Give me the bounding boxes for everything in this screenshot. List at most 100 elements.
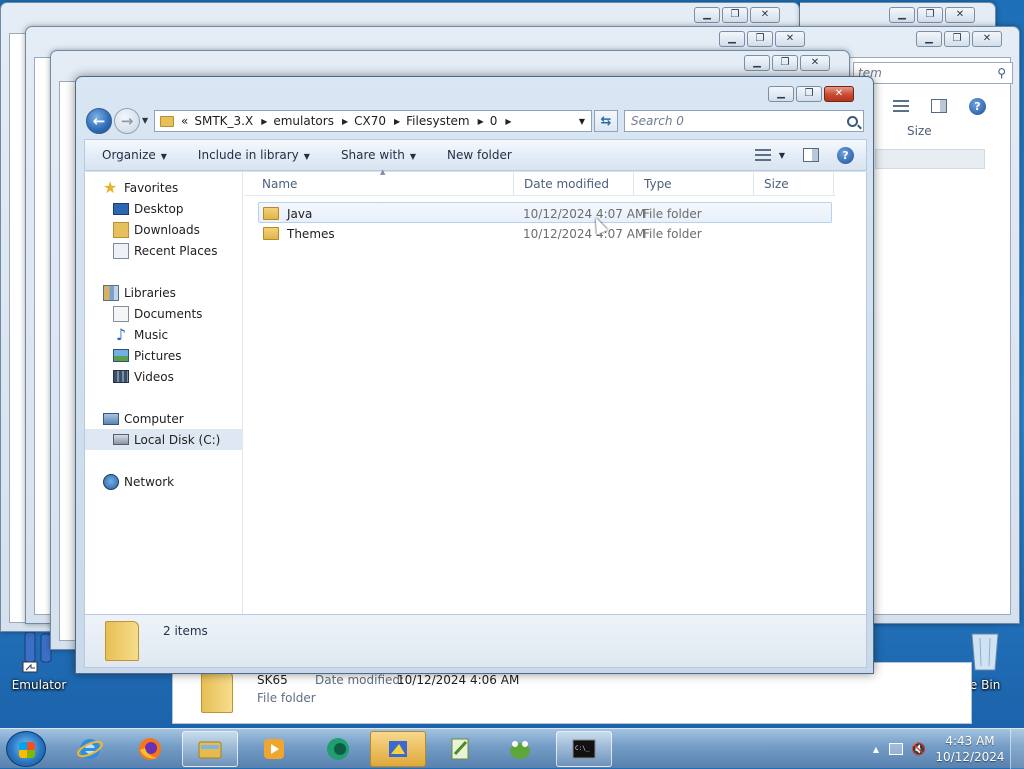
- close-button[interactable]: ✕: [775, 31, 805, 47]
- local-disk-icon: [113, 434, 129, 445]
- breadcrumb-item[interactable]: Filesystem ▶: [403, 114, 487, 128]
- minimize-button[interactable]: ▁: [916, 31, 942, 47]
- breadcrumb-item[interactable]: 0 ▶: [487, 114, 515, 128]
- navigation-pane[interactable]: ★ Favorites Desktop Downloads Recent Plac…: [85, 172, 243, 614]
- breadcrumb-item[interactable]: SMTK_3.X ▶: [191, 114, 270, 128]
- taskbar-command-prompt[interactable]: C:\_: [556, 731, 612, 767]
- column-header-size[interactable]: Size: [754, 172, 834, 196]
- minimize-button[interactable]: ▁: [744, 55, 770, 71]
- nav-local-disk[interactable]: Local Disk (C:): [85, 429, 243, 450]
- views-icon[interactable]: [893, 100, 909, 112]
- pictures-icon: [113, 349, 129, 362]
- nav-recent-places[interactable]: Recent Places: [85, 240, 243, 261]
- column-header-name[interactable]: Name: [252, 172, 514, 196]
- recent-pages-dropdown[interactable]: ▼: [142, 116, 148, 125]
- breadcrumb-item[interactable]: CX70 ▶: [351, 114, 403, 128]
- file-type-cell: File folder: [643, 206, 702, 221]
- maximize-button[interactable]: ❐: [796, 86, 822, 102]
- nav-network[interactable]: Network: [85, 471, 243, 492]
- new-folder-button[interactable]: New folder: [430, 148, 526, 162]
- forward-button[interactable]: →: [114, 108, 140, 134]
- breadcrumb-overflow[interactable]: «: [178, 114, 191, 128]
- folder-icon: [201, 671, 233, 713]
- close-button[interactable]: ✕: [800, 55, 830, 71]
- help-icon[interactable]: ?: [837, 146, 854, 164]
- maximize-button[interactable]: ❐: [917, 7, 943, 23]
- chevron-right-icon[interactable]: ▶: [261, 117, 267, 126]
- nav-pictures[interactable]: Pictures: [85, 345, 243, 366]
- taskbar-windows-explorer[interactable]: [182, 731, 238, 767]
- taskbar-internet-explorer[interactable]: [62, 731, 118, 767]
- system-tray: ▲ 🔇 4:43 AM 10/12/2024: [873, 729, 1024, 769]
- chevron-right-icon[interactable]: ▶: [342, 117, 348, 126]
- breadcrumb-item[interactable]: emulators ▶: [270, 114, 351, 128]
- background-search-box[interactable]: tem ⚲: [853, 62, 1013, 84]
- network-tray-icon[interactable]: [889, 743, 904, 755]
- back-button[interactable]: ←: [86, 108, 112, 134]
- taskbar-app-highlighted[interactable]: [370, 731, 426, 767]
- scrollbar-region[interactable]: [833, 172, 866, 614]
- start-button[interactable]: [6, 731, 46, 767]
- nav-downloads[interactable]: Downloads: [85, 219, 243, 240]
- organize-button[interactable]: Organize ▼: [85, 148, 181, 162]
- nav-music[interactable]: ♪ Music: [85, 324, 243, 345]
- clock[interactable]: 4:43 AM 10/12/2024: [930, 733, 1010, 765]
- nav-documents[interactable]: Documents: [85, 303, 243, 324]
- column-header-date-modified[interactable]: Date modified: [514, 172, 634, 196]
- nav-computer[interactable]: Computer: [85, 408, 243, 429]
- maximize-button[interactable]: ❐: [722, 7, 748, 23]
- nav-desktop[interactable]: Desktop: [85, 198, 243, 219]
- help-icon[interactable]: ?: [969, 97, 986, 115]
- address-bar[interactable]: « SMTK_3.X ▶ emulators ▶ CX70 ▶ Filesystem ▶…: [154, 110, 592, 132]
- file-row[interactable]: Java 10/12/2024 4:07 AM File folder: [258, 202, 832, 223]
- column-headers: ▲ Name Date modified Type Size: [244, 168, 836, 196]
- close-button[interactable]: ✕: [750, 7, 780, 23]
- include-in-library-button[interactable]: Include in library ▼: [181, 148, 324, 162]
- chevron-right-icon[interactable]: ▶: [505, 117, 511, 126]
- taskbar: C:\_ ▲ 🔇 4:43 AM 10/12/2024: [0, 728, 1024, 769]
- volume-muted-icon[interactable]: 🔇: [911, 742, 926, 756]
- maximize-button[interactable]: ❐: [944, 31, 970, 47]
- refresh-button[interactable]: ⇆: [594, 110, 618, 132]
- file-row[interactable]: Themes 10/12/2024 4:07 AM File folder: [258, 223, 832, 244]
- background-size-header[interactable]: Size: [907, 124, 932, 138]
- file-list[interactable]: ▲ Name Date modified Type Size Java 10/1…: [244, 168, 866, 614]
- music-icon: ♪: [115, 324, 127, 344]
- frog-icon: [510, 741, 530, 759]
- file-date-cell: 10/12/2024 4:07 AM: [523, 206, 646, 221]
- preview-pane-icon[interactable]: [931, 99, 947, 113]
- minimize-button[interactable]: ▁: [889, 7, 915, 23]
- minimize-button[interactable]: ▁: [694, 7, 720, 23]
- nav-libraries[interactable]: Libraries: [85, 282, 243, 303]
- maximize-button[interactable]: ❐: [747, 31, 773, 47]
- close-button[interactable]: ✕: [945, 7, 975, 23]
- minimize-button[interactable]: ▁: [768, 86, 794, 102]
- taskbar-app-green[interactable]: [310, 731, 366, 767]
- nav-videos[interactable]: Videos: [85, 366, 243, 387]
- close-button[interactable]: ✕: [972, 31, 1002, 47]
- address-row: ← → ▼ « SMTK_3.X ▶ emulators ▶ CX70 ▶ Files…: [84, 107, 867, 135]
- explorer-window[interactable]: ▁ ❐ ✕ ← → ▼ « SMTK_3.X ▶ emulators ▶ CX70 ▶…: [75, 76, 874, 674]
- taskbar-firefox[interactable]: [122, 731, 178, 767]
- chevron-right-icon[interactable]: ▶: [394, 117, 400, 126]
- details-pane: 2 items: [84, 614, 867, 668]
- search-input[interactable]: Search 0: [624, 110, 864, 132]
- taskbar-app-frog[interactable]: [492, 731, 548, 767]
- show-hidden-icons-icon[interactable]: ▲: [873, 745, 879, 754]
- taskbar-media-player[interactable]: [246, 731, 302, 767]
- taskbar-notepad-plus[interactable]: [432, 731, 488, 767]
- change-view-button[interactable]: ▼: [754, 149, 785, 161]
- nav-favorites[interactable]: ★ Favorites: [85, 177, 243, 198]
- share-with-button[interactable]: Share with ▼: [324, 148, 430, 162]
- close-button[interactable]: ✕: [824, 86, 854, 102]
- maximize-button[interactable]: ❐: [772, 55, 798, 71]
- show-desktop-button[interactable]: [1010, 729, 1024, 769]
- address-dropdown-icon[interactable]: ▼: [579, 117, 585, 126]
- refresh-icon: ⇆: [600, 113, 612, 129]
- chevron-right-icon[interactable]: ▶: [478, 117, 484, 126]
- item-count: 2 items: [163, 624, 208, 638]
- minimize-button[interactable]: ▁: [719, 31, 745, 47]
- search-icon[interactable]: [847, 115, 858, 127]
- preview-pane-icon[interactable]: [803, 148, 819, 162]
- column-header-type[interactable]: Type: [634, 172, 754, 196]
